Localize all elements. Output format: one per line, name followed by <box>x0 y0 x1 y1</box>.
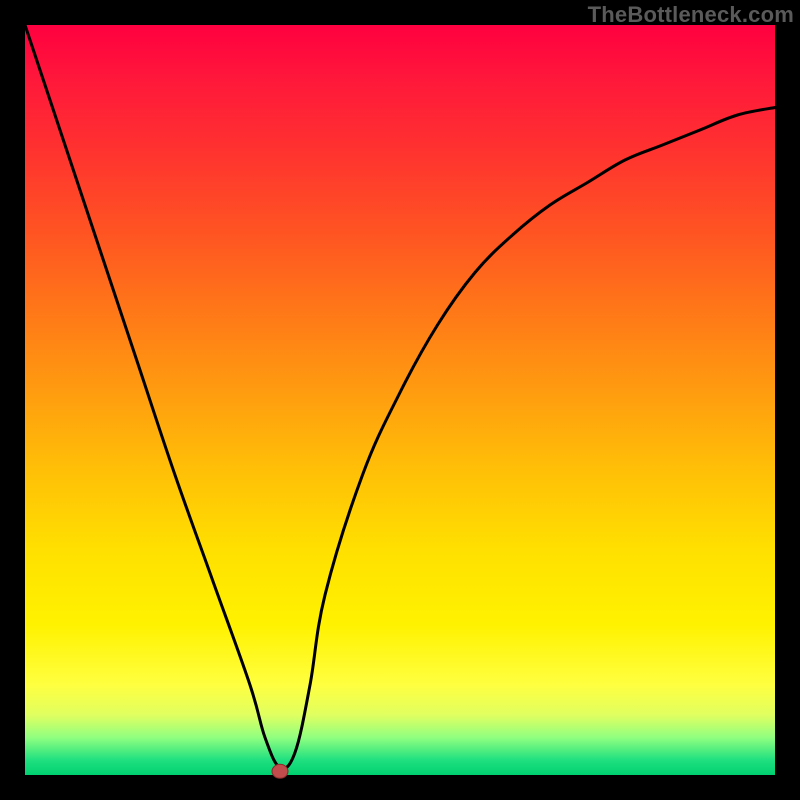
plot-area <box>25 25 775 775</box>
min-marker <box>272 764 288 778</box>
chart-frame: TheBottleneck.com <box>0 0 800 800</box>
curve-svg <box>25 25 775 775</box>
bottleneck-curve <box>25 25 775 768</box>
